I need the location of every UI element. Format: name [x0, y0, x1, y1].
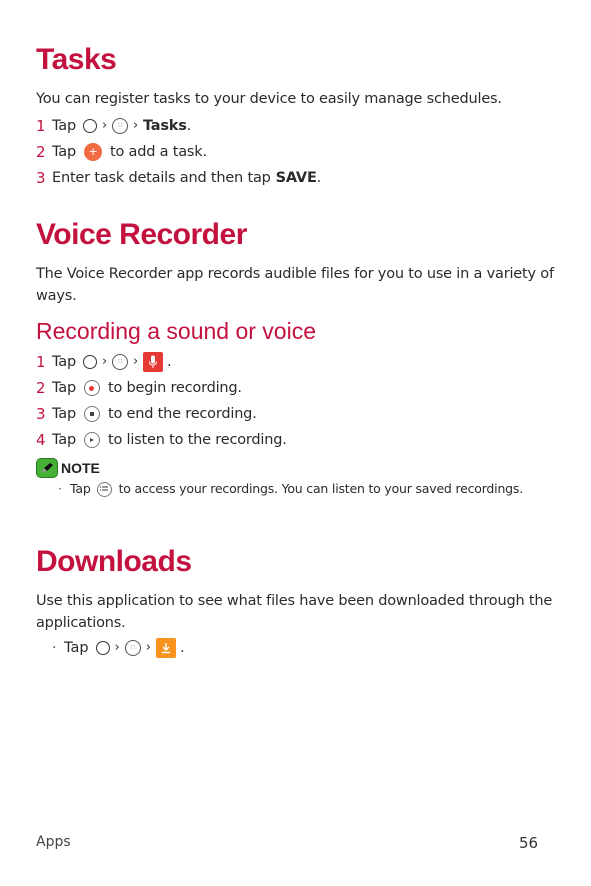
downloads-section: Downloads Use this application to see wh… [36, 544, 556, 661]
step-number: 3 [36, 169, 46, 187]
note-label: NOTE [61, 460, 100, 476]
downloads-intro: Use this application to see what files h… [36, 593, 553, 631]
step-text: Enter task details and then tap [52, 170, 271, 186]
voice-recorder-section: Voice Recorder The Voice Recorder app re… [36, 217, 556, 499]
add-icon: + [83, 143, 102, 161]
home-button-icon [82, 119, 97, 133]
record-icon [83, 380, 100, 396]
step-number: 2 [36, 143, 46, 161]
tasks-title: Tasks [36, 43, 117, 76]
note-pencil-icon [36, 458, 58, 478]
bullet: · [52, 640, 57, 656]
recorder-step-3: 3 Tap to end the recording. [36, 401, 556, 427]
step-tap: Tap [52, 354, 76, 370]
step-text: to end the recording. [107, 406, 257, 422]
recorder-step-1: 1 Tap › ∷ › . [36, 349, 556, 375]
period: . [179, 640, 185, 656]
downloads-app-icon [155, 638, 176, 658]
recorder-step-4: 4 Tap to listen to the recording. [36, 427, 556, 453]
apps-icon: ∷ [111, 354, 128, 370]
step-tap: Tap [52, 144, 76, 160]
chevron-right-icon: › [132, 354, 138, 369]
step-tap: Tap [52, 380, 76, 396]
footer-section-label: Apps [36, 834, 71, 850]
play-icon [83, 432, 100, 448]
tasks-section: Tasks You can register tasks to your dev… [36, 42, 556, 191]
period: . [316, 170, 322, 186]
chevron-right-icon: › [132, 118, 138, 133]
chevron-right-icon: › [145, 640, 151, 655]
home-button-icon [82, 355, 97, 369]
step-number: 4 [36, 431, 46, 449]
step-number: 3 [36, 405, 46, 423]
tasks-target: Tasks [142, 118, 187, 134]
microphone-icon [148, 355, 157, 368]
step-tap: Tap [52, 118, 76, 134]
note-header: NOTE [36, 457, 556, 479]
chevron-right-icon: › [101, 354, 107, 369]
apps-icon: ∷ [124, 640, 141, 656]
step-text: to add a task. [109, 144, 207, 160]
note-text: to access your recordings. You can liste… [118, 481, 524, 496]
step-text: to begin recording. [107, 380, 242, 396]
step-text: to listen to the recording. [107, 432, 287, 448]
tasks-step-3: 3 Enter task details and then tap SAVE . [36, 165, 556, 191]
step-tap: Tap [52, 406, 76, 422]
step-number: 1 [36, 353, 46, 371]
chevron-right-icon: › [114, 640, 120, 655]
recorder-step-2: 2 Tap to begin recording. [36, 375, 556, 401]
note-box: NOTE · Tap to access your recordings. Yo… [36, 457, 556, 499]
downloads-step: · Tap › ∷ › . [36, 635, 556, 661]
period: . [166, 354, 172, 370]
recordings-list-icon [96, 481, 112, 497]
home-button-icon [95, 641, 110, 655]
tasks-step-2: 2 Tap + to add a task. [36, 139, 556, 165]
tasks-step-1: 1 Tap › ∷ › Tasks . [36, 113, 556, 139]
step-number: 1 [36, 117, 46, 135]
voice-recorder-app-icon [142, 352, 163, 372]
downloads-title: Downloads [36, 545, 192, 578]
stop-icon [83, 406, 100, 422]
step-tap: Tap [64, 640, 89, 656]
download-arrow-icon [161, 643, 170, 654]
voice-recorder-title: Voice Recorder [36, 218, 247, 251]
note-item: · Tap to access your recordings. You can… [36, 479, 556, 499]
voice-recorder-intro: The Voice Recorder app records audible f… [36, 266, 554, 304]
period: . [186, 118, 192, 134]
note-tap: Tap [70, 481, 91, 496]
step-number: 2 [36, 379, 46, 397]
step-tap: Tap [52, 432, 76, 448]
apps-icon: ∷ [111, 118, 128, 134]
save-label: SAVE [275, 170, 317, 186]
chevron-right-icon: › [101, 118, 107, 133]
bullet: · [58, 481, 62, 496]
recording-subtitle: Recording a sound or voice [36, 318, 316, 344]
page-number: 56 [519, 834, 539, 852]
tasks-intro: You can register tasks to your device to… [36, 91, 502, 107]
